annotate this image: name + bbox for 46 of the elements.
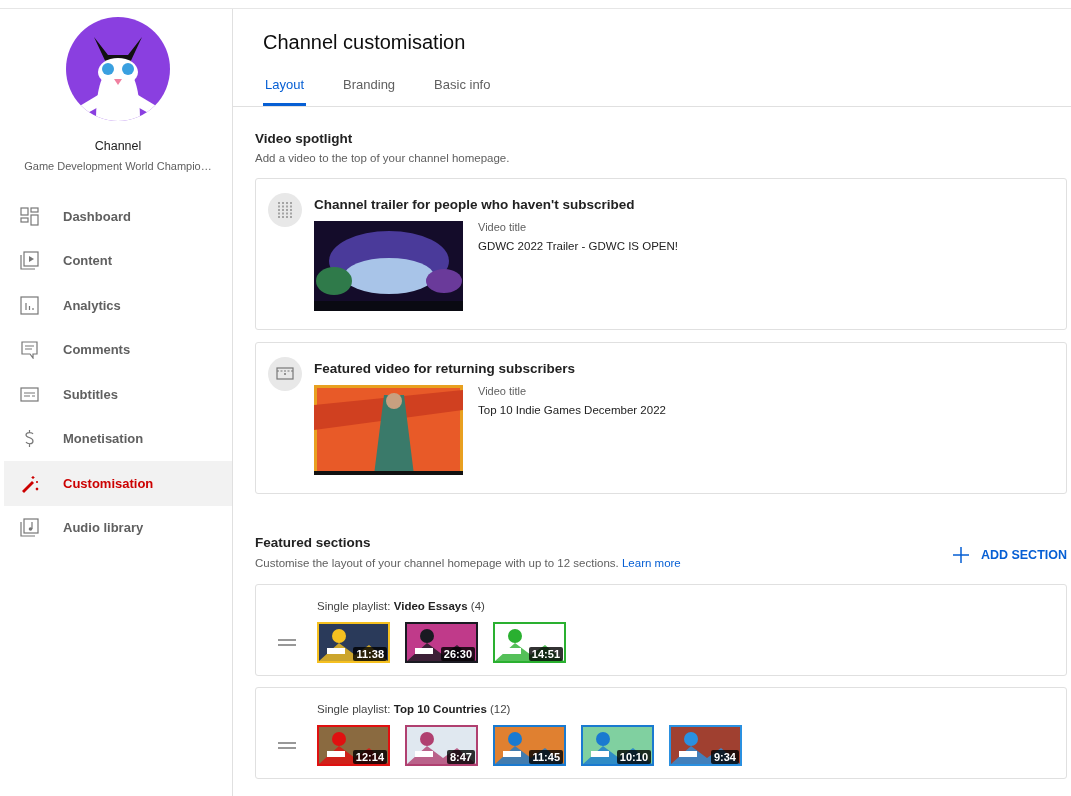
plus-icon — [951, 545, 970, 564]
playlist-title: Single playlist: Video Essays (4) — [317, 600, 486, 612]
sidebar-item[interactable]: Audio library — [4, 505, 232, 550]
sidebar-item[interactable]: Content — [4, 238, 232, 283]
field-label: Video title — [478, 385, 528, 397]
section-heading: Featured sections — [255, 535, 371, 550]
section-description: Customise the layout of your channel homepage with up to 12 sections. — [255, 557, 619, 569]
comment-icon — [20, 340, 39, 360]
duration-badge: 14:51 — [528, 647, 563, 661]
card-title: Channel trailer for people who haven't subscribed — [314, 197, 636, 212]
music-note-icon — [20, 518, 39, 538]
duration-badge: 26:30 — [440, 647, 475, 661]
drag-handle-icon — [278, 742, 296, 749]
sidebar-item[interactable]: Customisation — [4, 461, 232, 506]
play-icon — [20, 251, 39, 271]
card-title: Featured video for returning subscribers — [314, 361, 577, 376]
section-description: Add a video to the top of your channel homepage. — [255, 152, 511, 164]
grid-icon — [20, 206, 39, 226]
section-heading: Video spotlight — [255, 131, 354, 146]
page-title: Channel customisation — [263, 31, 466, 54]
learn-more-link[interactable]: Learn more — [621, 557, 681, 569]
duration-badge: 11:38 — [353, 647, 387, 661]
video-title: Top 10 Indie Games December 2022 — [478, 404, 666, 416]
sidebar-item[interactable]: Analytics — [4, 283, 232, 328]
subtitles-icon — [20, 384, 39, 404]
field-label: Video title — [478, 221, 528, 233]
wand-icon — [20, 473, 39, 493]
sidebar-item[interactable]: Dashboard — [4, 194, 232, 239]
add-section-button[interactable]: ADD SECTION — [951, 545, 1067, 564]
duration-badge: 11:45 — [529, 750, 563, 764]
channel-label: Channel — [93, 139, 143, 153]
sidebar-item[interactable]: Comments — [4, 327, 232, 372]
video-title: GDWC 2022 Trailer - GDWC IS OPEN! — [478, 240, 678, 252]
tab[interactable]: Branding — [341, 77, 398, 106]
duration-badge: 10:10 — [616, 750, 651, 764]
duration-badge: 8:47 — [446, 750, 475, 764]
bar-chart-icon — [20, 295, 39, 315]
duration-badge: 12:14 — [352, 750, 387, 764]
tab[interactable]: Basic info — [432, 77, 493, 106]
sidebar-item[interactable]: Subtitles — [4, 372, 232, 417]
duration-badge: 9:34 — [710, 750, 739, 764]
tab[interactable]: Layout — [263, 77, 307, 106]
drag-handle-icon — [278, 639, 296, 646]
sidebar-item[interactable]: Monetisation — [4, 416, 232, 461]
playlist-title: Single playlist: Top 10 Countries (12) — [317, 703, 512, 715]
channel-name: Game Development World Champio… — [23, 160, 213, 172]
